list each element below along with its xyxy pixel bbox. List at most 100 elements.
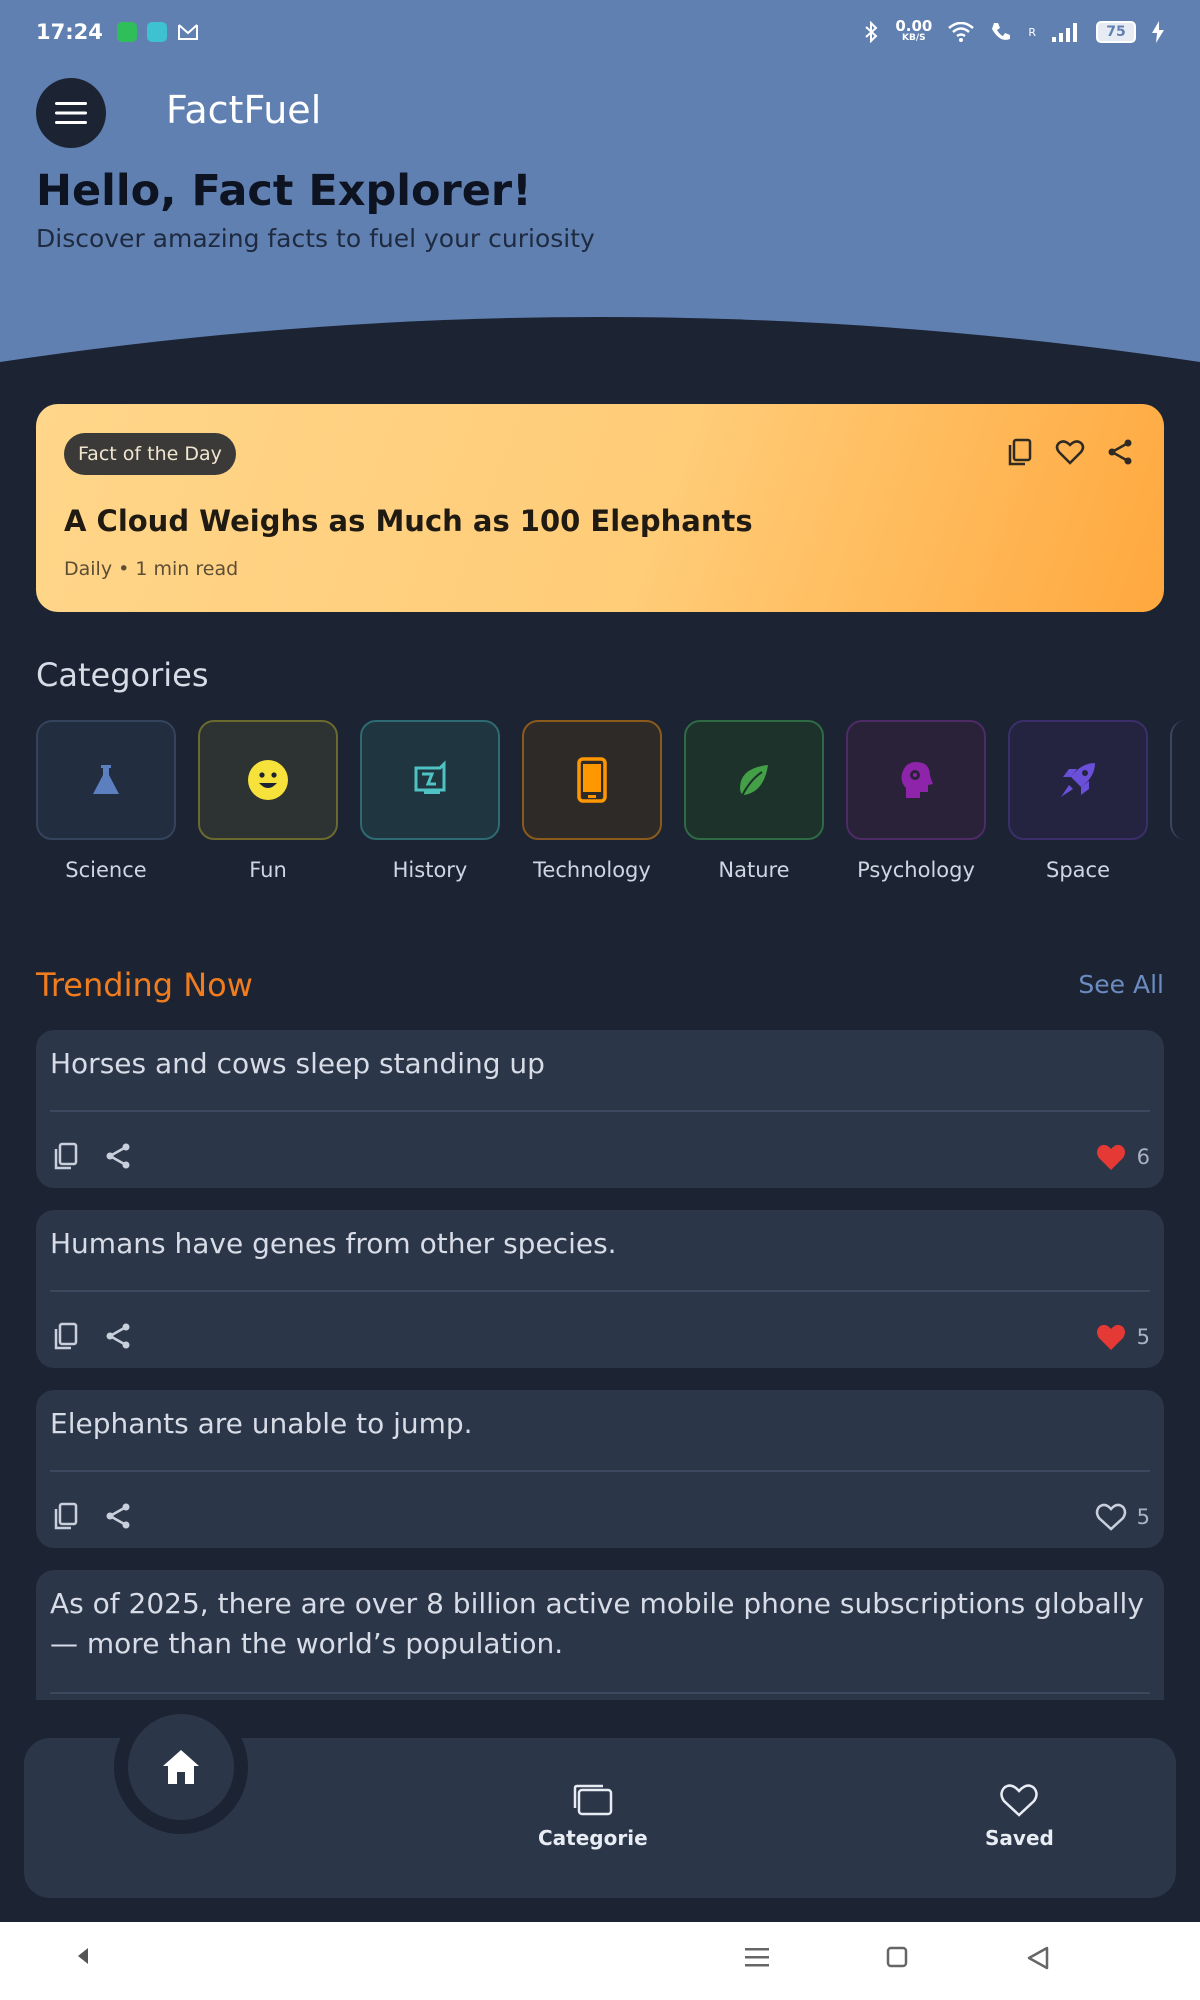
fact-divider	[50, 1110, 1150, 1112]
battery-indicator: 75	[1096, 21, 1136, 43]
flask-icon	[93, 765, 119, 794]
home-icon	[163, 1750, 199, 1784]
fact-of-the-day-card[interactable]: Fact of the Day A Cloud Weighs as Much a…	[36, 404, 1164, 612]
like-count: 6	[1136, 1145, 1150, 1169]
fact-actions	[50, 1140, 134, 1172]
home-square-icon[interactable]	[886, 1946, 908, 1968]
like-count: 5	[1136, 1325, 1150, 1349]
share-icon[interactable]	[1104, 436, 1136, 468]
category-label: Space	[1046, 858, 1110, 882]
status-time: 17:24	[36, 20, 103, 44]
heart-outline-icon	[1000, 1784, 1039, 1817]
categories-list: Science Fun History Technology Nature Ps…	[36, 720, 1200, 890]
recents-menu-icon[interactable]	[744, 1946, 770, 1968]
fact-of-the-day-meta: Daily • 1 min read	[64, 558, 239, 580]
fact-divider	[50, 1692, 1150, 1694]
copy-icon[interactable]	[50, 1320, 82, 1352]
fact-divider	[50, 1470, 1150, 1472]
category-label: History	[392, 858, 468, 882]
fact-card[interactable]: Elephants are unable to jump. 5	[36, 1390, 1164, 1548]
category-label: Technology	[533, 858, 651, 882]
call-icon	[992, 23, 1011, 40]
category-psychology[interactable]: Psychology	[846, 720, 986, 890]
category-history[interactable]: History	[360, 720, 500, 890]
roaming-indicator: R	[1028, 25, 1036, 39]
saved-nav-label: Saved	[985, 1826, 1054, 1850]
like-button[interactable]: 5	[1095, 1502, 1150, 1532]
home-nav-button[interactable]	[128, 1714, 234, 1820]
category-label: Science	[65, 858, 147, 882]
category-tile	[522, 720, 662, 840]
greeting-heading: Hello, Fact Explorer!	[36, 166, 532, 216]
category-science[interactable]: Science	[36, 720, 176, 890]
fact-text: Horses and cows sleep standing up	[50, 1047, 545, 1080]
like-button[interactable]: 5	[1095, 1322, 1150, 1352]
copy-icon[interactable]	[1004, 436, 1036, 468]
heart-filled-icon	[1096, 1324, 1125, 1350]
fact-card[interactable]: Horses and cows sleep standing up 6	[36, 1030, 1164, 1188]
category-next-partial[interactable]	[1170, 720, 1200, 840]
menu-button[interactable]	[36, 78, 106, 148]
charging-icon	[1152, 21, 1164, 43]
smiley-icon	[248, 760, 288, 800]
network-speed-unit: KB/S	[902, 33, 926, 43]
category-nature[interactable]: Nature	[684, 720, 824, 890]
category-tile	[360, 720, 500, 840]
category-tile	[1008, 720, 1148, 840]
wifi-icon	[948, 22, 975, 42]
chat-app-icon	[146, 22, 167, 42]
categories-heading: Categories	[36, 656, 209, 694]
share-icon[interactable]	[102, 1320, 134, 1352]
app-title: FactFuel	[166, 88, 322, 132]
category-label: Nature	[718, 858, 790, 882]
category-tile	[684, 720, 824, 840]
copy-icon[interactable]	[50, 1140, 82, 1172]
notification-icons	[116, 22, 199, 42]
status-bar: 17:24 0.00 KB/S R 75	[0, 0, 1200, 64]
head-icon	[901, 762, 933, 798]
fact-actions	[50, 1500, 134, 1532]
fact-divider	[50, 1290, 1150, 1292]
system-nav-bar	[0, 1922, 1200, 2000]
fact-of-the-day-actions	[1004, 436, 1136, 468]
upload-app-icon	[116, 22, 137, 42]
categories-nav-button[interactable]: Categorie	[538, 1782, 648, 1850]
see-all-link[interactable]: See All	[1078, 970, 1164, 999]
fact-text: Humans have genes from other species.	[50, 1227, 617, 1260]
saved-nav-button[interactable]: Saved	[985, 1782, 1054, 1850]
mail-icon	[177, 24, 198, 40]
fact-text: Elephants are unable to jump.	[50, 1407, 473, 1440]
share-icon[interactable]	[102, 1500, 134, 1532]
heart-outline-icon	[1095, 1503, 1126, 1531]
like-button[interactable]: 6	[1095, 1142, 1150, 1172]
network-speed-value: 0.00	[895, 17, 933, 35]
category-label: Psychology	[857, 858, 975, 882]
back-triangle-icon[interactable]	[1026, 1946, 1050, 1970]
heart-filled-icon	[1096, 1144, 1125, 1170]
copy-icon[interactable]	[50, 1500, 82, 1532]
category-fun[interactable]: Fun	[198, 720, 338, 890]
category-tile	[36, 720, 176, 840]
greeting-subtitle: Discover amazing facts to fuel your curi…	[36, 224, 595, 253]
phone-icon	[577, 757, 607, 803]
fact-text: As of 2025, there are over 8 billion act…	[50, 1587, 1144, 1660]
share-icon[interactable]	[102, 1140, 134, 1172]
keyboard-hide-icon[interactable]	[76, 1946, 90, 1966]
hamburger-icon	[55, 102, 87, 124]
category-tile	[198, 720, 338, 840]
trending-heading: Trending Now	[36, 966, 253, 1004]
network-speed: 0.00 KB/S	[895, 17, 933, 44]
fact-card[interactable]: Humans have genes from other species. 5	[36, 1210, 1164, 1368]
categories-nav-label: Categorie	[538, 1826, 648, 1850]
leaf-icon	[740, 765, 768, 797]
heart-outline-icon[interactable]	[1054, 436, 1086, 468]
category-tile	[846, 720, 986, 840]
signal-icon	[1052, 23, 1077, 42]
fact-actions	[50, 1320, 134, 1352]
fact-of-the-day-title: A Cloud Weighs as Much as 100 Elephants	[64, 504, 753, 538]
category-space[interactable]: Space	[1008, 720, 1148, 890]
categories-icon	[573, 1784, 613, 1816]
bluetooth-icon	[865, 21, 878, 43]
status-right: 0.00 KB/S R 75	[863, 17, 1164, 44]
category-technology[interactable]: Technology	[522, 720, 662, 890]
